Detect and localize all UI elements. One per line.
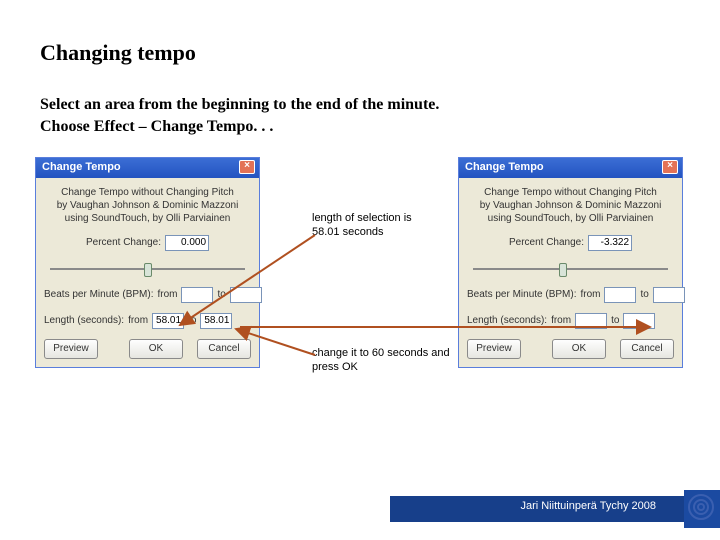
dialog-heading: Change Tempo without Changing Pitch by V… xyxy=(467,186,674,225)
subtitle: Select an area from the beginning to the… xyxy=(40,94,680,139)
annotation-change-to-60: change it to 60 seconds and press OK xyxy=(312,347,462,375)
change-tempo-dialog-before: Change Tempo × Change Tempo without Chan… xyxy=(35,157,260,368)
page-title: Changing tempo xyxy=(40,40,680,66)
dialog-title: Change Tempo xyxy=(42,161,121,173)
cancel-button[interactable]: Cancel xyxy=(197,339,251,359)
length-label: Length (seconds): xyxy=(44,315,124,326)
length-label: Length (seconds): xyxy=(467,315,547,326)
dialog-titlebar: Change Tempo × xyxy=(36,158,259,178)
slider-thumb[interactable] xyxy=(559,263,567,277)
subtitle-line-2: Choose Effect – Change Tempo. . . xyxy=(40,118,273,135)
length-to-input[interactable] xyxy=(200,313,232,329)
percent-change-label: Percent Change: xyxy=(509,237,584,248)
change-tempo-dialog-after: Change Tempo × Change Tempo without Chan… xyxy=(458,157,683,368)
close-icon[interactable]: × xyxy=(662,160,678,174)
slider-thumb[interactable] xyxy=(144,263,152,277)
length-to-input[interactable] xyxy=(623,313,655,329)
length-from-input[interactable] xyxy=(575,313,607,329)
percent-change-input[interactable] xyxy=(588,235,632,251)
slide-footer: Jari Niittuinperä Tychy 2008 xyxy=(0,496,720,522)
tempo-slider[interactable] xyxy=(50,261,245,277)
percent-change-label: Percent Change: xyxy=(86,237,161,248)
ok-button[interactable]: OK xyxy=(552,339,606,359)
bpm-label: Beats per Minute (BPM): xyxy=(467,289,576,300)
dialog-heading: Change Tempo without Changing Pitch by V… xyxy=(44,186,251,225)
subtitle-line-1: Select an area from the beginning to the… xyxy=(40,96,439,113)
ok-button[interactable]: OK xyxy=(129,339,183,359)
preview-button[interactable]: Preview xyxy=(44,339,98,359)
tempo-slider[interactable] xyxy=(473,261,668,277)
percent-change-input[interactable] xyxy=(165,235,209,251)
length-from-input[interactable] xyxy=(152,313,184,329)
cancel-button[interactable]: Cancel xyxy=(620,339,674,359)
annotation-selection-length: length of selection is 58.01 seconds xyxy=(312,212,442,240)
bpm-to-input[interactable] xyxy=(230,287,262,303)
dialogs-area: Change Tempo × Change Tempo without Chan… xyxy=(40,157,680,407)
bpm-from-input[interactable] xyxy=(181,287,213,303)
close-icon[interactable]: × xyxy=(239,160,255,174)
bpm-label: Beats per Minute (BPM): xyxy=(44,289,153,300)
bpm-to-input[interactable] xyxy=(653,287,685,303)
dialog-title: Change Tempo xyxy=(465,161,544,173)
footer-emblem-icon xyxy=(688,494,714,520)
bpm-from-input[interactable] xyxy=(604,287,636,303)
preview-button[interactable]: Preview xyxy=(467,339,521,359)
footer-credit: Jari Niittuinperä Tychy 2008 xyxy=(520,500,656,512)
dialog-titlebar: Change Tempo × xyxy=(459,158,682,178)
